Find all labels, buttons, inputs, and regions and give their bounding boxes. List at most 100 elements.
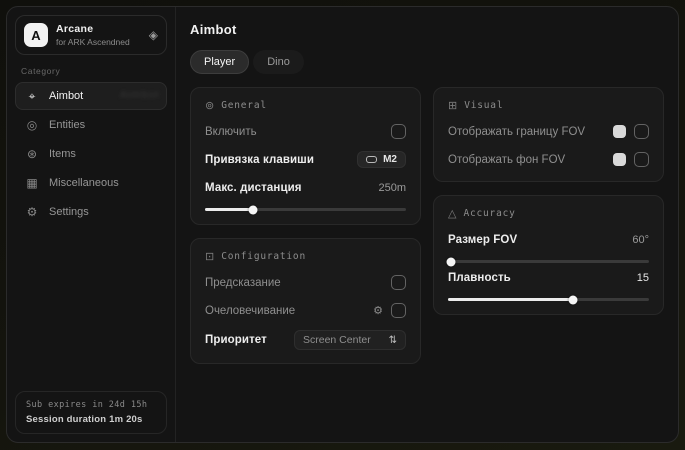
priority-label: Приоритет [205, 334, 267, 346]
general-card-header: ⊚ General [205, 99, 406, 112]
fov-size-value: 60° [632, 234, 649, 246]
left-column: ⊚ General Включить Привязка клавиши M2 [190, 87, 421, 364]
crosshair-icon: ⌖ [25, 89, 39, 104]
gear-icon: ⚙ [25, 205, 39, 219]
visual-card: ⊞ Visual Отображать границу FOV Отобража… [433, 87, 664, 182]
slider-fill [205, 208, 253, 211]
prediction-row: Предсказание [205, 274, 406, 291]
brand-name: Arcane [56, 23, 141, 35]
prediction-label: Предсказание [205, 277, 281, 289]
right-column: ⊞ Visual Отображать границу FOV Отобража… [433, 87, 664, 315]
priority-row: Приоритет Screen Center ⇅ [205, 330, 406, 350]
fov-bg-controls [613, 152, 649, 167]
sidebar-item-label: Miscellaneous [49, 177, 119, 189]
keybind-label: Привязка клавиши [205, 154, 314, 166]
priority-value: Screen Center [303, 334, 371, 346]
smoothness-slider[interactable] [448, 298, 649, 301]
fov-bg-row: Отображать фон FOV [448, 151, 649, 168]
keybind-button[interactable]: M2 [357, 151, 406, 168]
target-icon[interactable]: ◈ [149, 28, 158, 42]
gear-icon[interactable]: ⚙ [373, 304, 383, 317]
fov-border-row: Отображать границу FOV [448, 123, 649, 140]
radar-icon: ◎ [25, 118, 39, 132]
fov-bg-label: Отображать фон FOV [448, 154, 565, 166]
session-duration-text: Session duration 1m 20s [26, 414, 156, 425]
sliders-icon: ⊚ [205, 99, 214, 112]
keybind-value: M2 [383, 154, 397, 165]
cheat-window: A Arcane for ARK Ascendned ◈ Category ⌖ … [6, 6, 679, 443]
brand-subtitle: for ARK Ascendned [56, 37, 141, 47]
prediction-checkbox[interactable] [391, 275, 406, 290]
page-title: Aimbot [190, 22, 664, 37]
slider-fill [448, 298, 573, 301]
slider-thumb[interactable] [447, 257, 456, 266]
tab-dino[interactable]: Dino [253, 50, 304, 74]
sidebar-item-aimbot[interactable]: ⌖ Aimbot Aimbot [15, 82, 167, 110]
sidebar-item-label: Settings [49, 206, 89, 218]
sidebar-item-items[interactable]: ⊛ Items [15, 140, 167, 168]
humanize-controls: ⚙ [373, 303, 406, 318]
session-info-card: Sub expires in 24d 15h Session duration … [15, 391, 167, 434]
max-distance-label: Макс. дистанция [205, 182, 302, 194]
triangle-icon: △ [448, 207, 456, 220]
main-content: Aimbot Player Dino ⊚ General Включить [176, 7, 678, 442]
package-icon: ⊛ [25, 147, 39, 161]
sidebar: A Arcane for ARK Ascendned ◈ Category ⌖ … [7, 7, 176, 442]
slider-thumb[interactable] [568, 295, 577, 304]
general-card-title: General [221, 100, 267, 111]
accuracy-card-header: △ Accuracy [448, 207, 649, 220]
visual-card-title: Visual [464, 100, 503, 111]
smoothness-value: 15 [637, 272, 649, 284]
fov-bg-color-swatch[interactable] [613, 153, 626, 166]
configuration-card-title: Configuration [221, 251, 306, 262]
chevrons-up-down-icon: ⇅ [389, 335, 397, 346]
humanize-checkbox[interactable] [391, 303, 406, 318]
priority-select[interactable]: Screen Center ⇅ [294, 330, 406, 350]
configuration-card: ⊡ Configuration Предсказание Очеловечива… [190, 238, 421, 364]
layers-icon: ▦ [25, 176, 39, 190]
fov-size-label: Размер FOV [448, 234, 517, 246]
max-distance-slider[interactable] [205, 208, 406, 211]
brand-logo: A [24, 23, 48, 47]
accuracy-card: △ Accuracy Размер FOV 60° Плавность 15 [433, 195, 664, 315]
max-distance-value: 250m [378, 182, 406, 194]
slider-thumb[interactable] [249, 205, 258, 214]
settings-grid: ⊚ General Включить Привязка клавиши M2 [190, 87, 664, 364]
fov-border-controls [613, 124, 649, 139]
sub-expires-text: Sub expires in 24d 15h [26, 400, 156, 410]
sidebar-nav: ⌖ Aimbot Aimbot ◎ Entities ⊛ Items ▦ Mis… [15, 82, 167, 226]
config-icon: ⊡ [205, 250, 214, 263]
category-label: Category [21, 66, 161, 76]
sidebar-item-label: Items [49, 148, 76, 160]
active-item-shimmer: Aimbot [120, 89, 160, 101]
enable-checkbox[interactable] [391, 124, 406, 139]
sidebar-item-miscellaneous[interactable]: ▦ Miscellaneous [15, 169, 167, 197]
enable-row: Включить [205, 123, 406, 140]
humanize-row: Очеловечивание ⚙ [205, 302, 406, 319]
fov-border-checkbox[interactable] [634, 124, 649, 139]
max-distance-row: Макс. дистанция 250m [205, 179, 406, 196]
fov-border-color-swatch[interactable] [613, 125, 626, 138]
configuration-card-header: ⊡ Configuration [205, 250, 406, 263]
accuracy-card-title: Accuracy [463, 208, 515, 219]
fov-border-label: Отображать границу FOV [448, 126, 585, 138]
sidebar-item-label: Aimbot [49, 90, 83, 102]
sidebar-item-settings[interactable]: ⚙ Settings [15, 198, 167, 226]
tab-player[interactable]: Player [190, 50, 249, 74]
fov-size-row: Размер FOV 60° [448, 231, 649, 248]
smoothness-label: Плавность [448, 272, 511, 284]
sidebar-item-entities[interactable]: ◎ Entities [15, 111, 167, 139]
fov-size-slider[interactable] [448, 260, 649, 263]
fov-bg-checkbox[interactable] [634, 152, 649, 167]
mouse-icon [366, 156, 377, 163]
sidebar-item-label: Entities [49, 119, 85, 131]
keybind-row: Привязка клавиши M2 [205, 151, 406, 168]
general-card: ⊚ General Включить Привязка клавиши M2 [190, 87, 421, 225]
visual-card-header: ⊞ Visual [448, 99, 649, 112]
brand-text: Arcane for ARK Ascendned [56, 23, 141, 47]
smoothness-row: Плавность 15 [448, 269, 649, 286]
tab-bar: Player Dino [190, 50, 664, 74]
image-icon: ⊞ [448, 99, 457, 112]
brand-card: A Arcane for ARK Ascendned ◈ [15, 15, 167, 55]
humanize-label: Очеловечивание [205, 305, 295, 317]
